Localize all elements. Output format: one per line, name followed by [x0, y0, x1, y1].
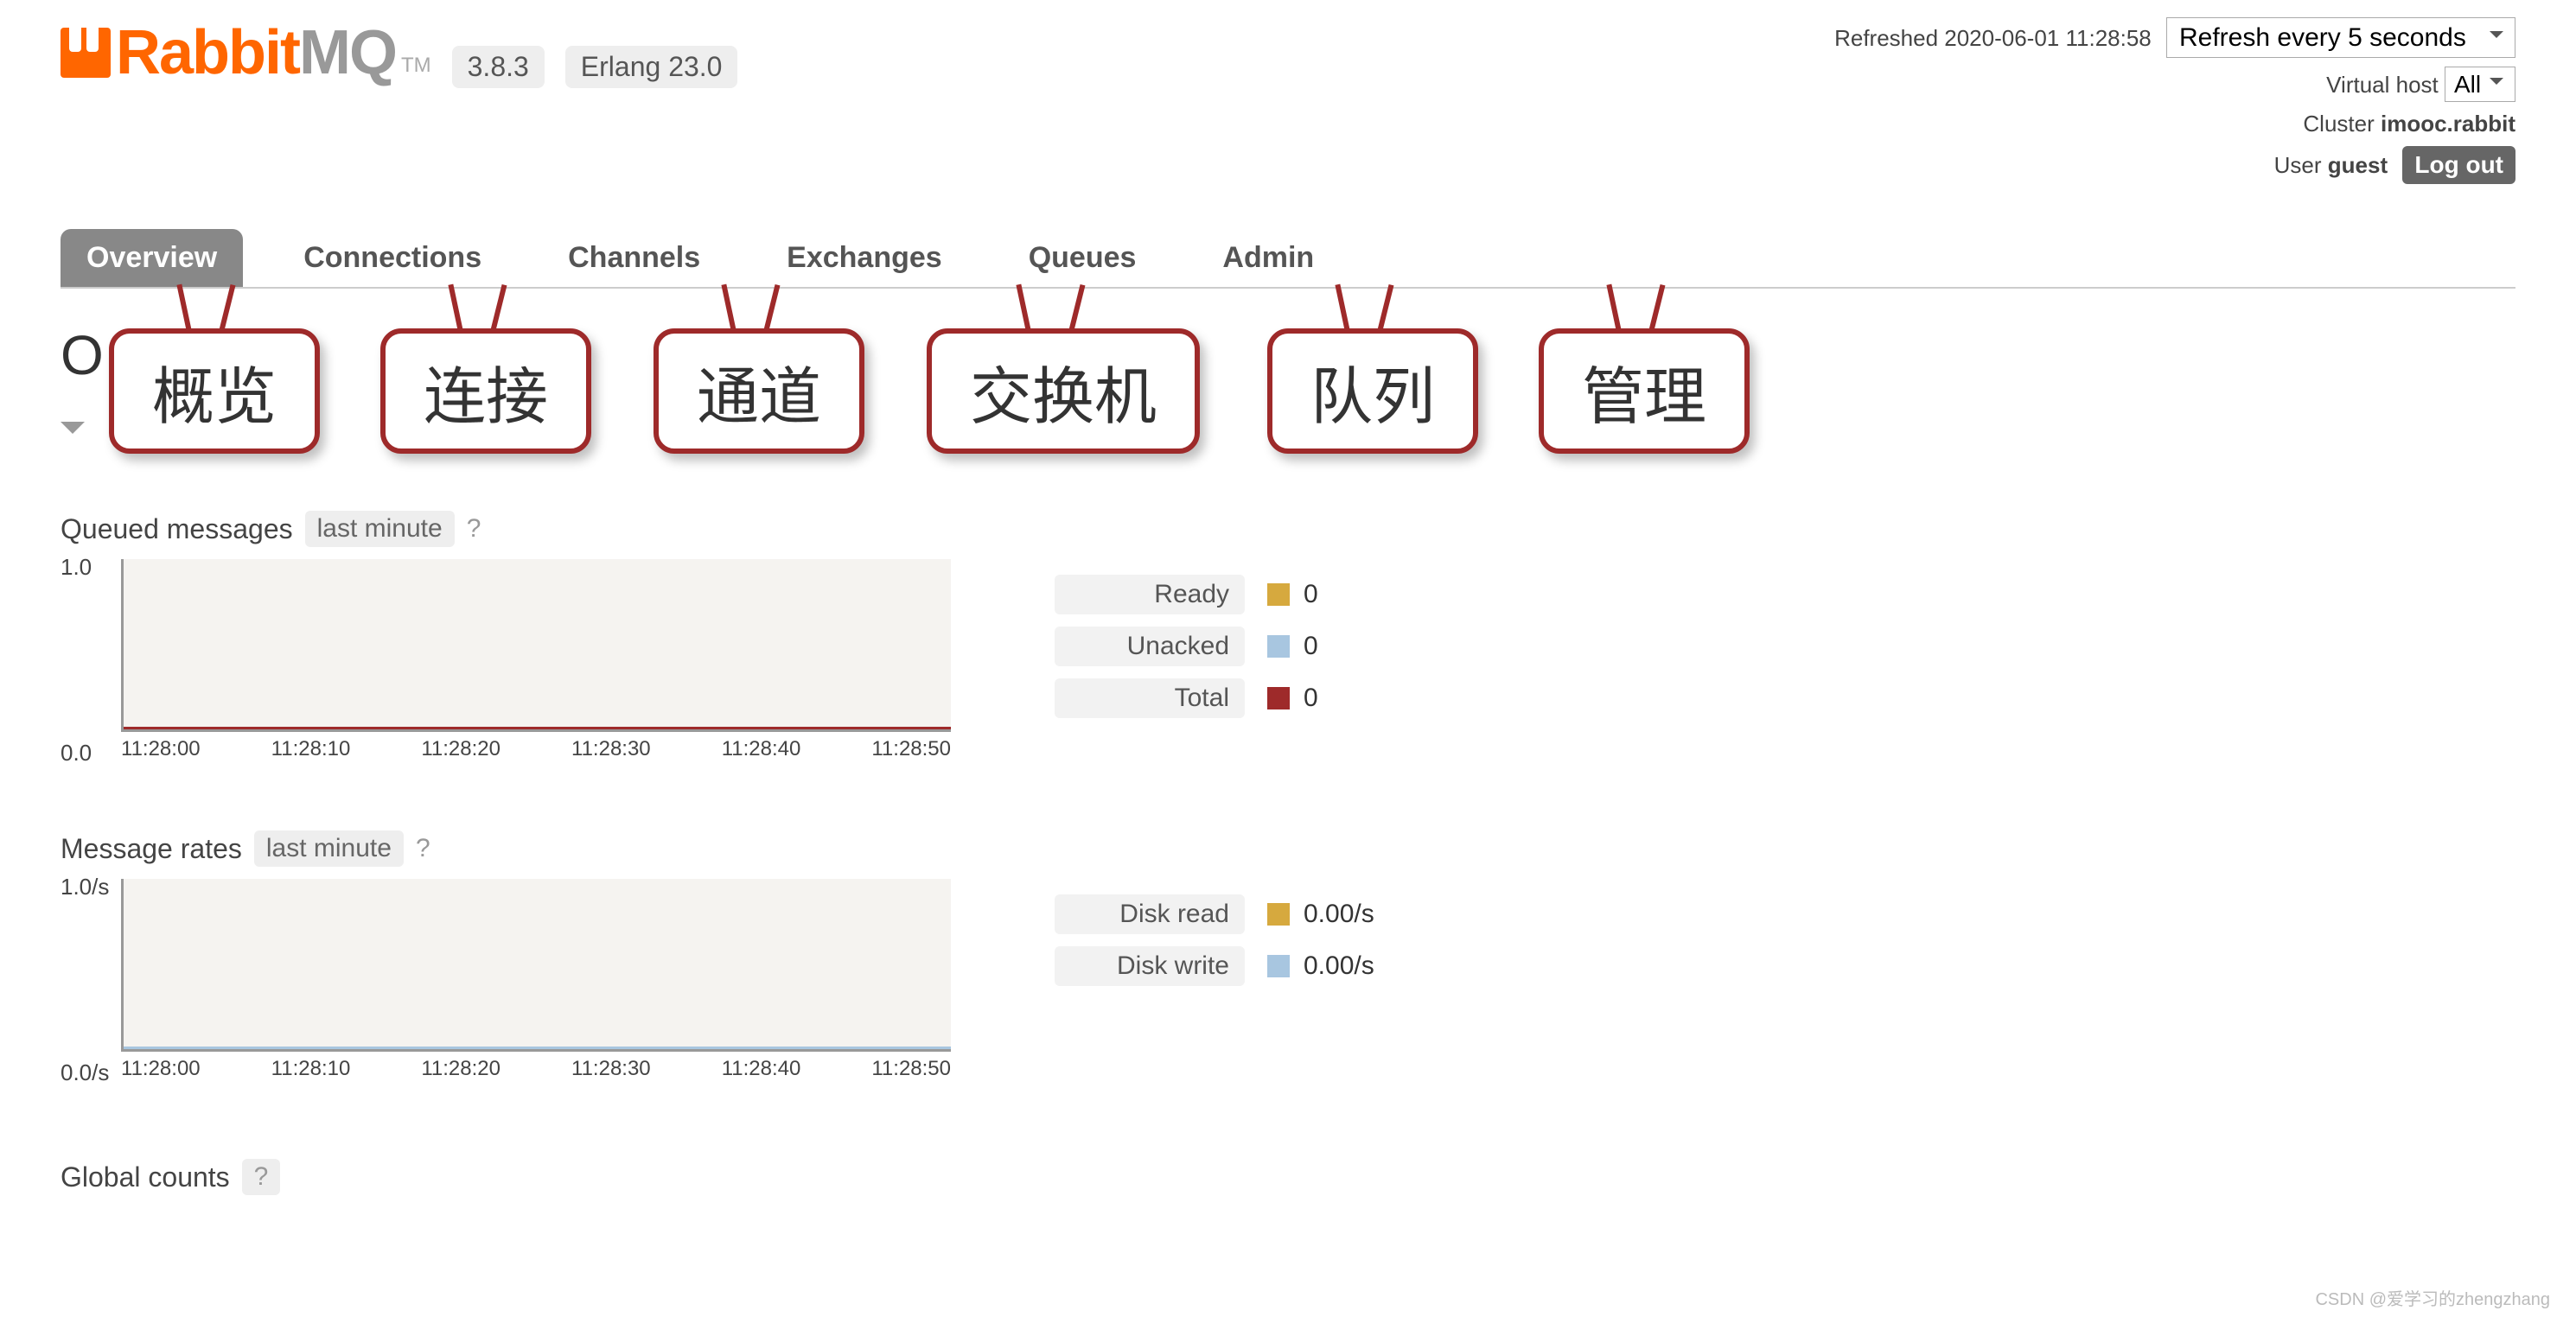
legend-disk-read-value: 0.00/s: [1304, 900, 1374, 929]
callout-queues: 队列: [1267, 328, 1478, 454]
queued-help[interactable]: ?: [467, 514, 481, 544]
callout-admin: 管理: [1539, 328, 1750, 454]
version-badge: 3.8.3: [452, 46, 545, 88]
erlang-badge: Erlang 23.0: [565, 46, 738, 88]
legend-ready: Ready 0: [1055, 575, 1318, 614]
queued-x-1: 11:28:10: [271, 737, 351, 761]
brand-area: RabbitMQ TM 3.8.3 Erlang 23.0: [61, 17, 737, 88]
queued-x-4: 11:28:40: [722, 737, 801, 761]
queued-legend: Ready 0 Unacked 0 Total 0: [1055, 575, 1318, 730]
global-title: Global counts: [61, 1161, 230, 1193]
swatch-disk-read: [1267, 903, 1290, 926]
cluster-value: imooc.rabbit: [2381, 111, 2515, 137]
legend-disk-write-value: 0.00/s: [1304, 951, 1374, 981]
rates-y-top: 1.0/s: [61, 874, 109, 900]
queued-chart: 1.0 0.0 11:28:00 11:28:10 11:28:20 11:28…: [61, 559, 951, 761]
brand-tm: TM: [401, 54, 431, 78]
rates-range[interactable]: last minute: [254, 830, 404, 867]
queued-x-3: 11:28:30: [571, 737, 651, 761]
legend-unacked: Unacked 0: [1055, 627, 1318, 666]
rates-x-2: 11:28:20: [421, 1057, 501, 1081]
brand-rabbit: Rabbit: [116, 18, 299, 87]
queued-x-0: 11:28:00: [121, 737, 201, 761]
callout-connections: 连接: [380, 328, 591, 454]
rates-help[interactable]: ?: [416, 834, 430, 863]
swatch-ready: [1267, 583, 1290, 606]
tab-connections[interactable]: Connections: [277, 229, 507, 287]
rates-y-bot: 0.0/s: [61, 1059, 109, 1086]
queued-y-bot: 0.0: [61, 740, 92, 767]
queued-y-top: 1.0: [61, 554, 92, 581]
rates-legend: Disk read 0.00/s Disk write 0.00/s: [1055, 894, 1374, 998]
page-title-initial: O: [61, 323, 104, 387]
vhost-select[interactable]: All: [2445, 67, 2515, 102]
queued-range[interactable]: last minute: [305, 511, 455, 547]
legend-total-value: 0: [1304, 684, 1318, 713]
rates-x-4: 11:28:40: [722, 1057, 801, 1081]
main-tabs: Overview Connections Channels Exchanges …: [61, 229, 2515, 289]
legend-disk-write: Disk write 0.00/s: [1055, 946, 1374, 986]
tab-exchanges[interactable]: Exchanges: [761, 229, 968, 287]
refresh-interval-select[interactable]: Refresh every 5 seconds: [2166, 17, 2515, 58]
tab-admin[interactable]: Admin: [1196, 229, 1340, 287]
swatch-disk-write: [1267, 955, 1290, 977]
legend-unacked-value: 0: [1304, 632, 1318, 661]
watermark: CSDN @爱学习的zhengzhang: [2315, 1285, 2550, 1310]
tab-channels[interactable]: Channels: [542, 229, 726, 287]
logout-button[interactable]: Log out: [2402, 146, 2515, 184]
global-help[interactable]: ?: [242, 1159, 281, 1195]
rates-x-1: 11:28:10: [271, 1057, 351, 1081]
legend-disk-read: Disk read 0.00/s: [1055, 894, 1374, 934]
queued-x-5: 11:28:50: [871, 737, 951, 761]
user-value: guest: [2328, 152, 2388, 178]
queued-title: Queued messages: [61, 513, 293, 545]
queued-x-2: 11:28:20: [421, 737, 501, 761]
brand-mq: MQ: [299, 18, 396, 87]
user-label: User: [2274, 152, 2322, 178]
legend-ready-value: 0: [1304, 580, 1318, 609]
legend-total: Total 0: [1055, 678, 1318, 718]
rates-x-3: 11:28:30: [571, 1057, 651, 1081]
rates-x-0: 11:28:00: [121, 1057, 201, 1081]
tab-overview[interactable]: Overview: [61, 229, 243, 287]
vhost-label: Virtual host: [2326, 72, 2439, 98]
collapse-toggle-icon[interactable]: [61, 422, 85, 446]
callout-exchanges: 交换机: [927, 328, 1200, 454]
rates-chart: 1.0/s 0.0/s 11:28:00 11:28:10 11:28:20 1…: [61, 879, 951, 1081]
swatch-total: [1267, 687, 1290, 709]
refreshed-text: Refreshed 2020-06-01 11:28:58: [1834, 25, 2152, 51]
cluster-label: Cluster: [2303, 111, 2374, 137]
rates-x-5: 11:28:50: [871, 1057, 951, 1081]
callout-overview: 概览: [109, 328, 320, 454]
rabbitmq-icon: [61, 28, 111, 78]
swatch-unacked: [1267, 635, 1290, 658]
callout-channels: 通道: [654, 328, 864, 454]
logo: RabbitMQ TM: [61, 17, 431, 88]
rates-title: Message rates: [61, 833, 242, 865]
tab-queues[interactable]: Queues: [1003, 229, 1163, 287]
